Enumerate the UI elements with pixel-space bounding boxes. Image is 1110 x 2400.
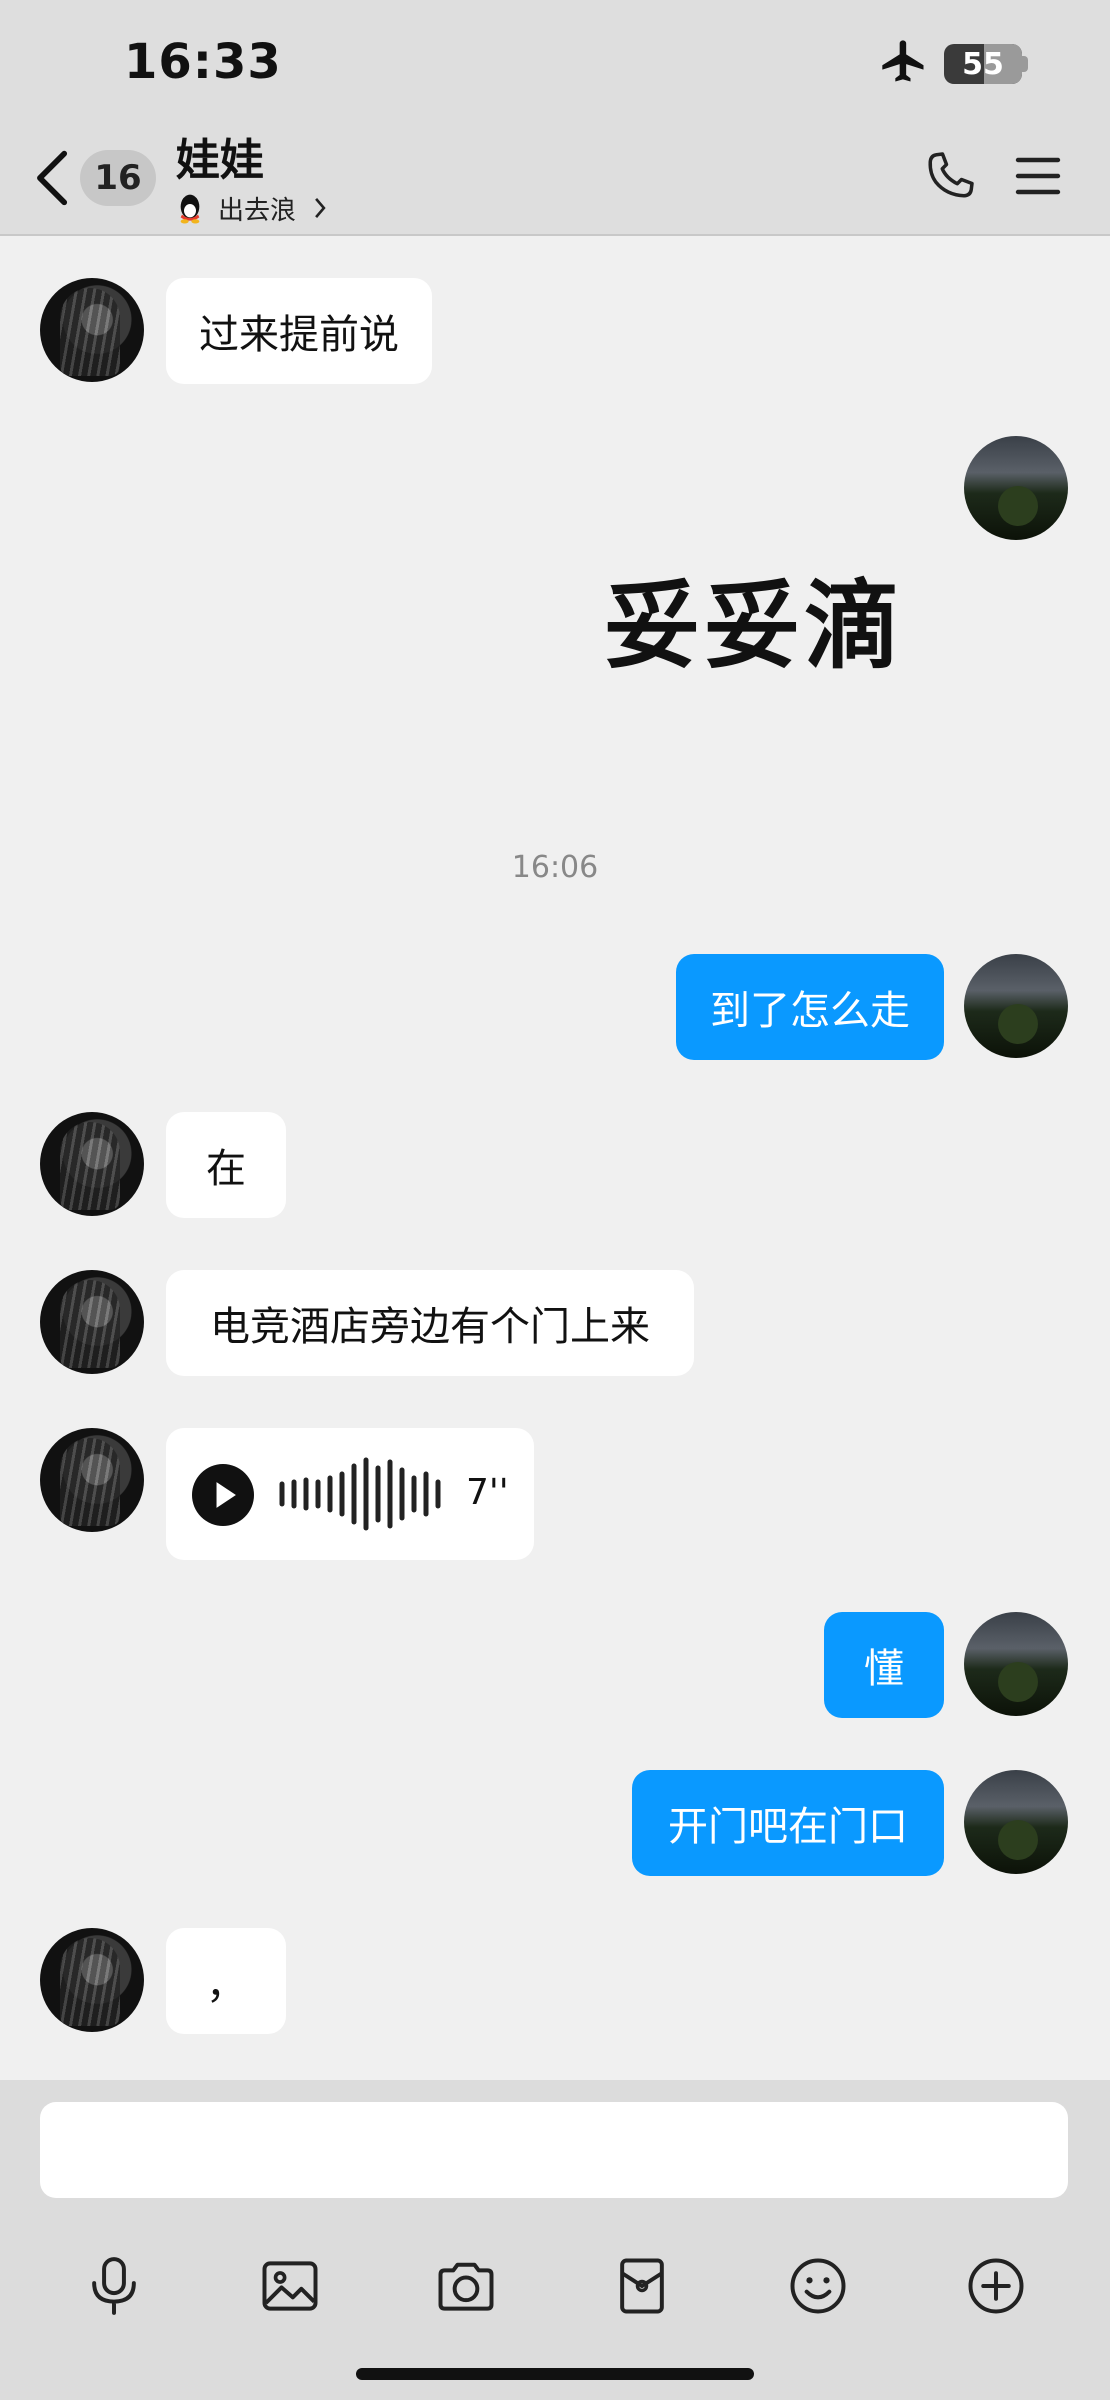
sticker-message[interactable]: 妥妥滴: [604, 548, 934, 682]
battery-tip: [1022, 56, 1028, 72]
my-avatar[interactable]: [964, 954, 1068, 1058]
unread-count-badge[interactable]: 16: [80, 150, 156, 206]
friend-avatar[interactable]: [40, 1428, 144, 1532]
message-bubble[interactable]: ，: [166, 1928, 286, 2034]
message-bubble[interactable]: 到了怎么走: [676, 954, 944, 1060]
camera-icon[interactable]: [432, 2252, 500, 2320]
back-arrow-icon[interactable]: [30, 148, 76, 208]
microphone-icon[interactable]: [80, 2252, 148, 2320]
contact-name[interactable]: 娃娃: [176, 124, 264, 188]
message-input[interactable]: [40, 2102, 1068, 2198]
status-text: 出去浪: [218, 195, 297, 226]
friend-avatar[interactable]: [40, 278, 144, 382]
image-icon[interactable]: [256, 2252, 324, 2320]
friend-avatar[interactable]: [40, 1112, 144, 1216]
friend-avatar[interactable]: [40, 1270, 144, 1374]
my-avatar[interactable]: [964, 436, 1068, 540]
menu-icon[interactable]: [1014, 154, 1062, 198]
my-avatar[interactable]: [964, 1770, 1068, 1874]
message-bubble[interactable]: 在: [166, 1112, 286, 1218]
message-bubble[interactable]: 过来提前说: [166, 278, 432, 384]
plus-icon[interactable]: [962, 2252, 1030, 2320]
time-divider: 16:06: [511, 850, 599, 885]
friend-avatar[interactable]: [40, 1928, 144, 2032]
phone-icon[interactable]: [920, 146, 980, 206]
status-time: 16:33: [124, 34, 282, 90]
contact-status[interactable]: 出去浪: [176, 190, 330, 226]
message-bubble[interactable]: 电竞酒店旁边有个门上来: [166, 1270, 694, 1376]
audio-waveform-icon: [279, 1457, 441, 1531]
message-bubble[interactable]: 懂: [824, 1612, 944, 1718]
voice-duration: 7'': [466, 1472, 509, 1513]
chevron-right-icon: [315, 198, 326, 218]
battery-indicator: 55: [944, 44, 1022, 84]
red-packet-icon[interactable]: [608, 2252, 676, 2320]
penguin-icon: [180, 194, 200, 224]
message-bubble[interactable]: 开门吧在门口: [632, 1770, 944, 1876]
battery-level: 55: [962, 46, 1004, 82]
input-bar: [0, 2080, 1110, 2400]
emoji-icon[interactable]: [784, 2252, 852, 2320]
airplane-mode-icon: [882, 40, 924, 82]
my-avatar[interactable]: [964, 1612, 1068, 1716]
home-indicator[interactable]: [356, 2368, 754, 2380]
voice-message[interactable]: 7'': [166, 1428, 534, 1560]
chat-header: 16:33 55 16 娃娃 出去浪: [0, 0, 1110, 236]
play-icon[interactable]: [192, 1464, 254, 1526]
